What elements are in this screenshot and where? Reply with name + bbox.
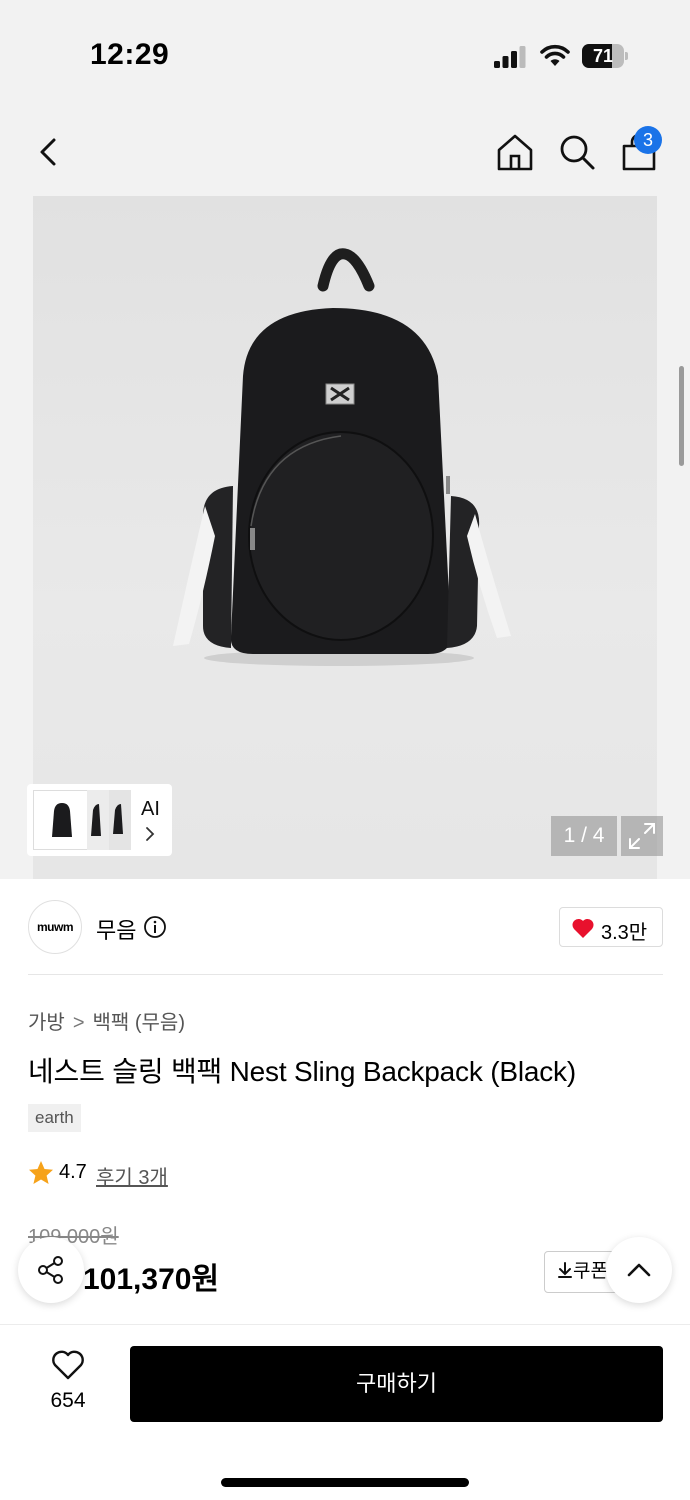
product-gallery[interactable] [0,196,690,879]
sale-price: 101,370원 [83,1263,220,1296]
breadcrumb-item-bags[interactable]: 가방 [28,1006,65,1035]
image-page-counter: 1 / 4 [551,816,617,856]
expand-icon [629,823,655,849]
cellular-signal-icon [494,46,526,68]
buy-button[interactable]: 구매하기 [130,1346,663,1422]
battery-percent: 71 [592,46,614,66]
thumbnail-side[interactable] [87,790,109,850]
rating-value: 4.7 [59,1161,87,1183]
battery-indicator: 71 [582,44,628,68]
heart-outline-icon[interactable] [50,1349,86,1381]
product-image[interactable] [33,196,657,879]
breadcrumb-separator: > [72,1012,85,1034]
status-time: 12:29 [90,38,170,71]
wifi-icon [540,44,570,66]
bottom-action-bar: 654 구매하기 [0,1324,690,1500]
breadcrumb: 가방 > 백팩 (무음) [28,1006,185,1035]
home-icon[interactable] [493,130,537,174]
brand-name[interactable]: 무음 [96,913,136,945]
share-button[interactable] [18,1237,84,1303]
info-icon[interactable] [143,915,167,939]
product-tag[interactable]: earth [28,1104,81,1132]
chevron-right-icon[interactable] [145,826,155,842]
wishlist-count: 654 [50,1389,86,1412]
backpack-illustration [173,248,511,666]
brand-row: muwm 무음 3.3만 [0,879,690,975]
expand-image-button[interactable] [621,816,663,856]
brand-like-button[interactable]: 3.3만 [559,907,663,947]
scroll-to-top-button[interactable] [606,1237,672,1303]
cart-count-badge: 3 [634,126,662,154]
breadcrumb-item-backpack[interactable]: 백팩 (무음) [93,1006,185,1035]
download-icon [558,1262,572,1278]
thumbnail-back[interactable] [109,790,131,850]
ai-label[interactable]: AI [141,798,160,821]
back-arrow-icon[interactable] [28,130,72,174]
thumbnail-front[interactable] [33,790,89,850]
home-indicator [221,1478,469,1487]
scroll-indicator[interactable] [679,366,684,466]
chevron-up-icon [627,1263,651,1277]
heart-filled-icon [572,918,594,938]
thumbnail-strip[interactable]: AI [27,784,172,856]
brand-like-count: 3.3만 [601,922,648,944]
review-count-link[interactable]: 후기 3개 [96,1161,168,1190]
section-divider [28,974,663,975]
product-title: 네스트 슬링 백팩 Nest Sling Backpack (Black) [28,1056,576,1087]
star-icon [29,1161,53,1184]
top-nav-bar [0,110,690,196]
share-icon [38,1256,63,1284]
brand-logo[interactable]: muwm [28,900,82,954]
search-icon[interactable] [555,130,599,174]
status-bar: 12:29 71 [0,0,690,110]
